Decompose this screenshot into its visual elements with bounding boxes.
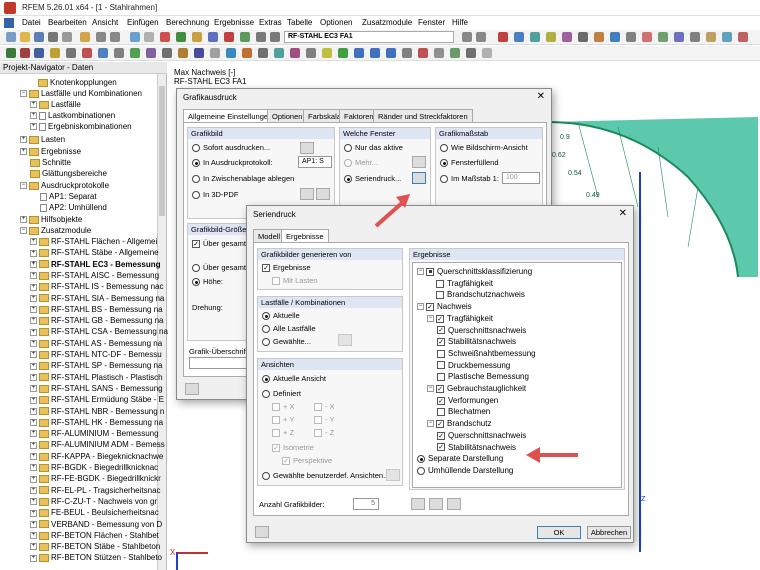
arrow-1-shaft [374, 201, 404, 228]
annotation-layer [374, 194, 578, 463]
arrow-2-head [526, 447, 540, 463]
